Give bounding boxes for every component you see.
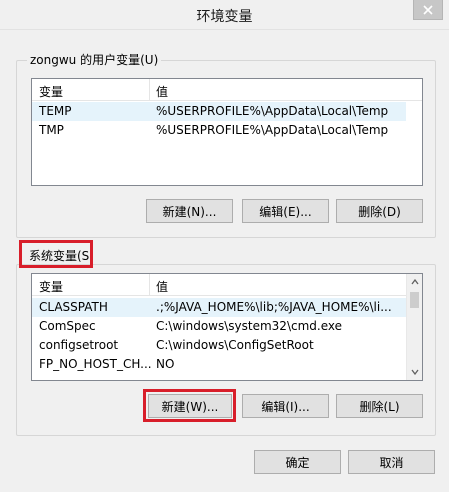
window-title: 环境变量 — [196, 9, 253, 25]
system-delete-button[interactable]: 删除(L) — [336, 394, 423, 418]
column-header-value[interactable]: 值 — [156, 278, 168, 295]
scroll-up-arrow[interactable] — [407, 274, 422, 290]
vertical-scrollbar[interactable] — [406, 274, 422, 380]
variable-value: C:\windows\system32\cmd.exe — [156, 319, 342, 333]
list-header: 变量 值 — [32, 274, 406, 296]
title-bar: 环境变量 — [0, 0, 449, 30]
variable-name: CLASSPATH — [39, 300, 108, 314]
variable-name: ComSpec — [39, 319, 96, 333]
close-button[interactable] — [413, 0, 443, 20]
variable-value: C:\windows\ConfigSetRoot — [156, 338, 314, 352]
user-edit-button[interactable]: 编辑(E)... — [242, 199, 329, 223]
variable-value: %USERPROFILE%\AppData\Local\Temp — [156, 104, 389, 118]
ok-button[interactable]: 确定 — [254, 450, 341, 474]
column-header-value[interactable]: 值 — [156, 83, 168, 100]
table-row[interactable]: CLASSPATH .;%JAVA_HOME%\lib;%JAVA_HOME%\… — [32, 298, 406, 317]
variable-value: NO — [156, 357, 175, 371]
column-header-variable[interactable]: 变量 — [39, 83, 63, 100]
variable-value: .;%JAVA_HOME%\lib;%JAVA_HOME%\li... — [156, 300, 392, 314]
variable-value: %USERPROFILE%\AppData\Local\Temp — [156, 123, 389, 137]
table-row[interactable]: configsetroot C:\windows\ConfigSetRoot — [32, 336, 406, 355]
chevron-down-icon — [411, 369, 419, 375]
chevron-up-icon — [411, 279, 419, 285]
table-row[interactable]: ComSpec C:\windows\system32\cmd.exe — [32, 317, 406, 336]
highlight-new-button — [143, 389, 236, 422]
user-variables-label: zongwu 的用户变量(U) — [27, 51, 162, 68]
variable-name: configsetroot — [39, 338, 119, 352]
scroll-thumb[interactable] — [410, 292, 419, 308]
scroll-down-arrow[interactable] — [407, 364, 422, 380]
cancel-button[interactable]: 取消 — [348, 450, 435, 474]
variable-name: TEMP — [39, 104, 72, 118]
close-icon — [423, 4, 433, 15]
highlight-system-label — [19, 240, 93, 268]
table-row[interactable]: TMP %USERPROFILE%\AppData\Local\Temp — [32, 121, 406, 140]
user-new-button[interactable]: 新建(N)... — [146, 199, 233, 223]
variable-name: TMP — [39, 123, 64, 137]
system-variables-list[interactable]: 变量 值 CLASSPATH .;%JAVA_HOME%\lib;%JAVA_H… — [31, 273, 423, 381]
variable-name: FP_NO_HOST_CH... — [39, 357, 152, 371]
system-edit-button[interactable]: 编辑(I)... — [242, 394, 329, 418]
list-header: 变量 值 — [32, 79, 422, 101]
table-row[interactable]: FP_NO_HOST_CH... NO — [32, 355, 406, 374]
user-variables-list[interactable]: 变量 值 TEMP %USERPROFILE%\AppData\Local\Te… — [31, 78, 423, 186]
user-delete-button[interactable]: 删除(D) — [336, 199, 423, 223]
column-header-variable[interactable]: 变量 — [39, 278, 63, 295]
table-row[interactable]: TEMP %USERPROFILE%\AppData\Local\Temp — [32, 102, 406, 121]
